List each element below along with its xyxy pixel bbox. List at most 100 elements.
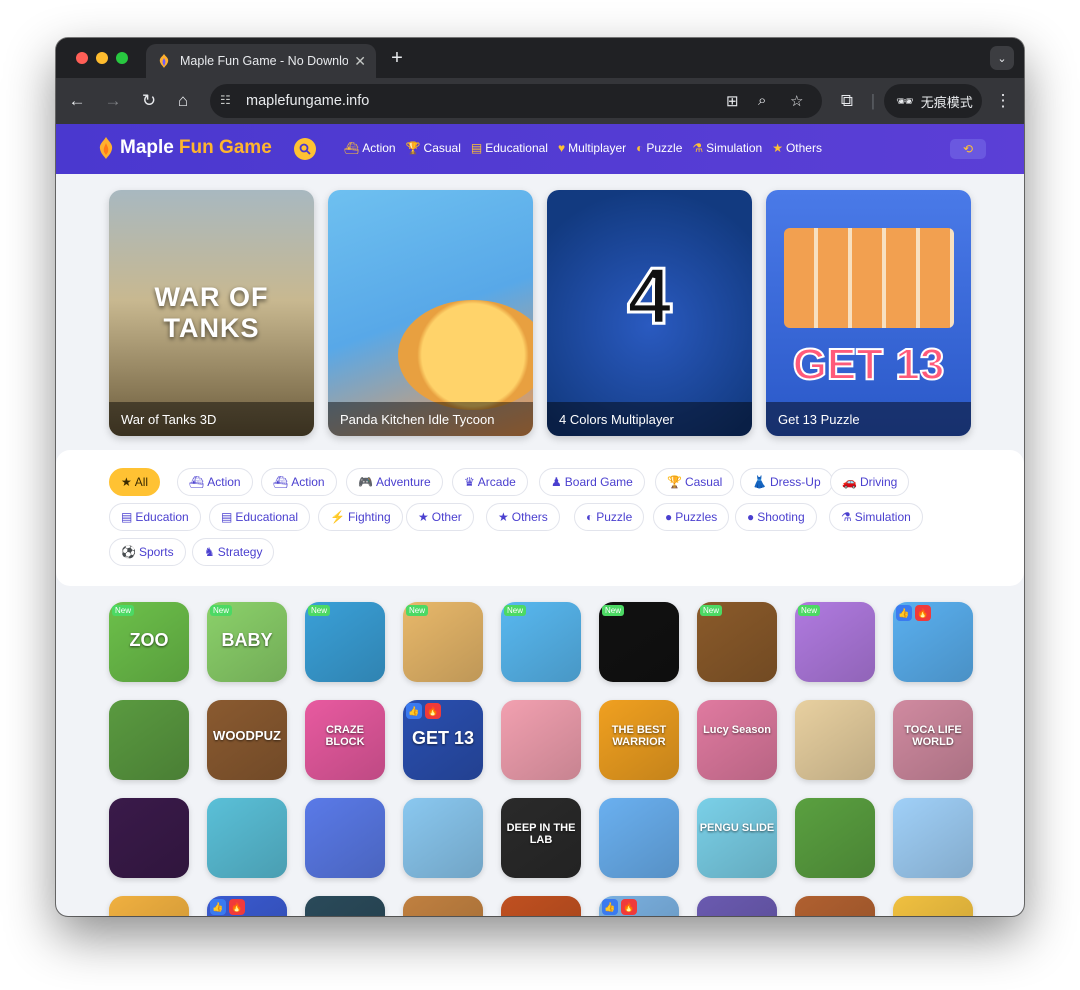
game-thumbnail[interactable]	[795, 798, 875, 878]
category-chip-dress-up[interactable]: 👗 Dress-Up	[740, 468, 833, 496]
home-icon[interactable]: ⌂	[172, 90, 194, 112]
translate-icon[interactable]: ⊞	[726, 92, 739, 110]
more-menu-icon[interactable]: ⋮	[992, 90, 1014, 112]
category-chip-all[interactable]: ★ All	[109, 468, 161, 496]
game-thumbnail[interactable]: WOODPUZ	[207, 700, 287, 780]
minimize-window-button[interactable]	[96, 52, 108, 64]
close-window-button[interactable]	[76, 52, 88, 64]
category-chip-action[interactable]: ⛴ Action	[177, 468, 253, 496]
new-tab-button[interactable]: +	[386, 47, 408, 70]
game-thumbnail[interactable]: DEEP IN THE LAB	[501, 798, 581, 878]
bookmark-star-icon[interactable]: ☆	[790, 92, 803, 110]
game-thumbnail[interactable]: New	[697, 602, 777, 682]
featured-game-card[interactable]: WAR OF TANKS War of Tanks 3D	[109, 190, 314, 436]
site-search-button[interactable]	[294, 138, 316, 160]
category-chip-driving[interactable]: 🚗 Driving	[830, 468, 910, 496]
nav-item-educational[interactable]: ▤ Educational	[471, 141, 548, 155]
site-info-icon[interactable]: ☷	[220, 93, 236, 109]
game-thumbnail[interactable]: 👍 🔥 GET 13	[403, 700, 483, 780]
category-label: Action	[291, 475, 325, 489]
game-thumbnail[interactable]: TOCA LIFE WORLD	[893, 700, 973, 780]
hot-badge-icon: 🔥	[621, 899, 637, 915]
close-tab-icon[interactable]: ✕	[354, 53, 366, 70]
game-thumbnail[interactable]: New	[501, 602, 581, 682]
extensions-icon[interactable]: ⧉	[836, 90, 858, 112]
nav-item-others[interactable]: ★ Others	[772, 141, 822, 155]
game-thumbnail[interactable]	[501, 896, 581, 916]
game-thumbnail[interactable]: New ZOO	[109, 602, 189, 682]
maximize-window-button[interactable]	[116, 52, 128, 64]
game-thumbnail[interactable]: New	[795, 602, 875, 682]
hot-badge-icon: 🔥	[915, 605, 931, 621]
incognito-indicator[interactable]: 🕶 无痕模式	[884, 84, 982, 118]
category-chip-educational[interactable]: ▤ Educational	[209, 503, 311, 531]
game-thumbnail[interactable]	[599, 798, 679, 878]
category-chip-sports[interactable]: ⚽ Sports	[109, 538, 186, 566]
game-thumbnail[interactable]: New	[599, 602, 679, 682]
game-thumbnail[interactable]: 👍 🔥	[599, 896, 679, 916]
category-icon: ★	[498, 510, 509, 524]
category-chip-education[interactable]: ▤ Education	[109, 503, 201, 531]
category-chip-shooting[interactable]: ● Shooting	[735, 503, 817, 531]
featured-game-card[interactable]: Panda Kitchen Idle Tycoon	[328, 190, 533, 436]
featured-game-card[interactable]: GET 13 Get 13 Puzzle	[766, 190, 971, 436]
category-chip-arcade[interactable]: ♛ Arcade	[452, 468, 528, 496]
browser-tab[interactable]: Maple Fun Game - No Downlo ✕	[146, 44, 376, 78]
category-icon: ⚡	[330, 510, 345, 524]
game-thumbnail[interactable]	[109, 798, 189, 878]
nav-item-puzzle[interactable]: ◐ Puzzle	[636, 141, 682, 155]
zoom-icon[interactable]: ⌕	[758, 92, 766, 109]
nav-item-multiplayer[interactable]: ♥ Multiplayer	[558, 141, 626, 155]
nav-item-label: Simulation	[706, 141, 763, 155]
category-chip-adventure[interactable]: 🎮 Adventure	[346, 468, 443, 496]
nav-item-simulation[interactable]: ⚗ Simulation	[692, 141, 762, 155]
game-thumbnail[interactable]: New	[403, 602, 483, 682]
nav-item-casual[interactable]: 🏆 Casual	[406, 141, 461, 155]
category-chip-puzzles[interactable]: ● Puzzles	[653, 503, 730, 531]
category-chip-fighting[interactable]: ⚡ Fighting	[318, 503, 403, 531]
category-label: All	[134, 475, 149, 489]
game-thumbnail[interactable]: THE BEST WARRIOR	[599, 700, 679, 780]
game-thumbnail[interactable]: Lucy Season	[697, 700, 777, 780]
category-icon: ⚽	[121, 545, 136, 559]
game-thumbnail[interactable]	[403, 798, 483, 878]
category-chip-strategy[interactable]: ♞ Strategy	[192, 538, 275, 566]
game-thumbnail[interactable]: PENGU SLIDE	[697, 798, 777, 878]
game-thumbnail[interactable]: 👍 🔥	[893, 602, 973, 682]
site-logo[interactable]: Maple Fun Game	[96, 136, 277, 160]
game-thumbnail[interactable]	[893, 798, 973, 878]
game-thumbnail[interactable]	[795, 700, 875, 780]
game-thumbnail[interactable]: 👍 🔥	[207, 896, 287, 916]
nav-item-action[interactable]: ⛴ Action	[344, 141, 396, 155]
game-thumbnail[interactable]: New	[305, 602, 385, 682]
game-thumbnail[interactable]	[893, 896, 973, 916]
category-icon: ◐	[586, 510, 594, 524]
game-thumbnail[interactable]	[207, 798, 287, 878]
featured-game-card[interactable]: 4 4 Colors Multiplayer	[547, 190, 752, 436]
game-thumbnail[interactable]: New BABY	[207, 602, 287, 682]
url-text: maplefungame.info	[246, 93, 370, 109]
game-thumbnail[interactable]	[109, 700, 189, 780]
game-thumbnail[interactable]	[795, 896, 875, 916]
game-thumbnail[interactable]	[305, 896, 385, 916]
category-chip-others[interactable]: ★ Others	[486, 503, 560, 531]
category-chip-simulation[interactable]: ⚗ Simulation	[829, 503, 923, 531]
game-thumbnail[interactable]: CRAZE BLOCK	[305, 700, 385, 780]
game-thumbnail[interactable]	[697, 896, 777, 916]
category-chip-action[interactable]: ⛴ Action	[261, 468, 337, 496]
forward-arrow-icon[interactable]: →	[102, 90, 124, 112]
category-chip-puzzle[interactable]: ◐ Puzzle	[574, 503, 645, 531]
game-thumbnail-text: PENGU SLIDE	[699, 822, 775, 834]
game-thumbnail[interactable]	[403, 896, 483, 916]
back-arrow-icon[interactable]: ←	[66, 90, 88, 112]
address-bar[interactable]: ☷ maplefungame.info ⊞ ⌕ ☆	[210, 84, 822, 118]
history-button[interactable]: ⟲	[950, 139, 986, 159]
category-chip-casual[interactable]: 🏆 Casual	[655, 468, 735, 496]
game-thumbnail[interactable]	[501, 700, 581, 780]
category-chip-board-game[interactable]: ♟ Board Game	[539, 468, 645, 496]
game-thumbnail[interactable]	[305, 798, 385, 878]
tab-search-button[interactable]: ⌄	[990, 46, 1014, 70]
category-chip-other[interactable]: ★ Other	[406, 503, 474, 531]
reload-icon[interactable]: ↻	[138, 90, 160, 112]
game-thumbnail[interactable]	[109, 896, 189, 916]
